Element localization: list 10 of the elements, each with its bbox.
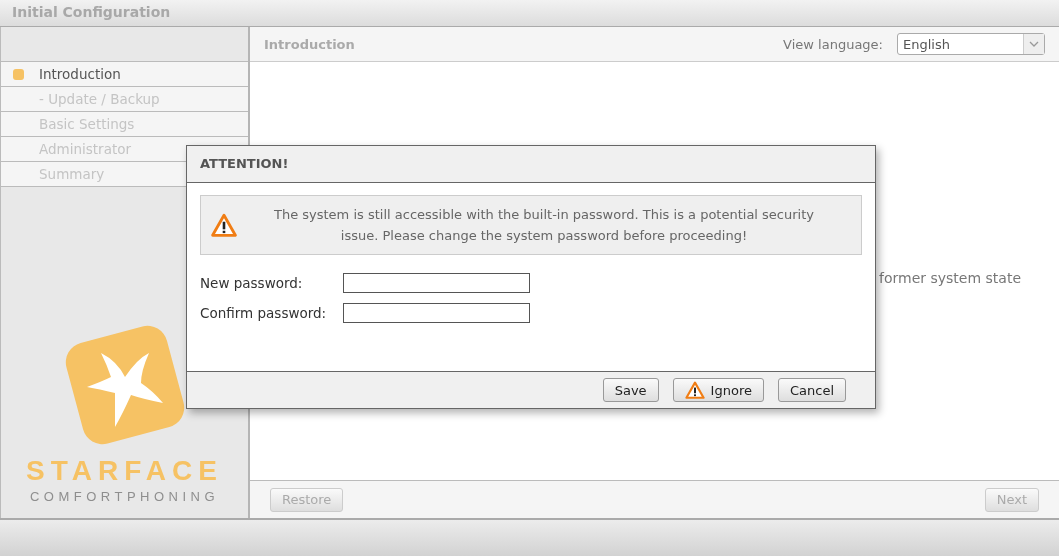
logo-name: STARFACE (26, 455, 223, 487)
dialog-title: ATTENTION! (187, 146, 875, 183)
body-text: former system state (879, 270, 1021, 286)
field-label: New password: (200, 275, 304, 291)
window-title: Initial Configuration (0, 0, 1059, 27)
page-title: Introduction (264, 36, 355, 52)
language-label: View language: (783, 36, 883, 52)
warning-message: The system is still accessible with the built-in password. This is a potential security issue. Please change the system password before proceeding! (272, 206, 815, 245)
logo-tagline: COMFORTPHONING (29, 489, 220, 504)
field-label: Confirm password: (200, 305, 328, 321)
